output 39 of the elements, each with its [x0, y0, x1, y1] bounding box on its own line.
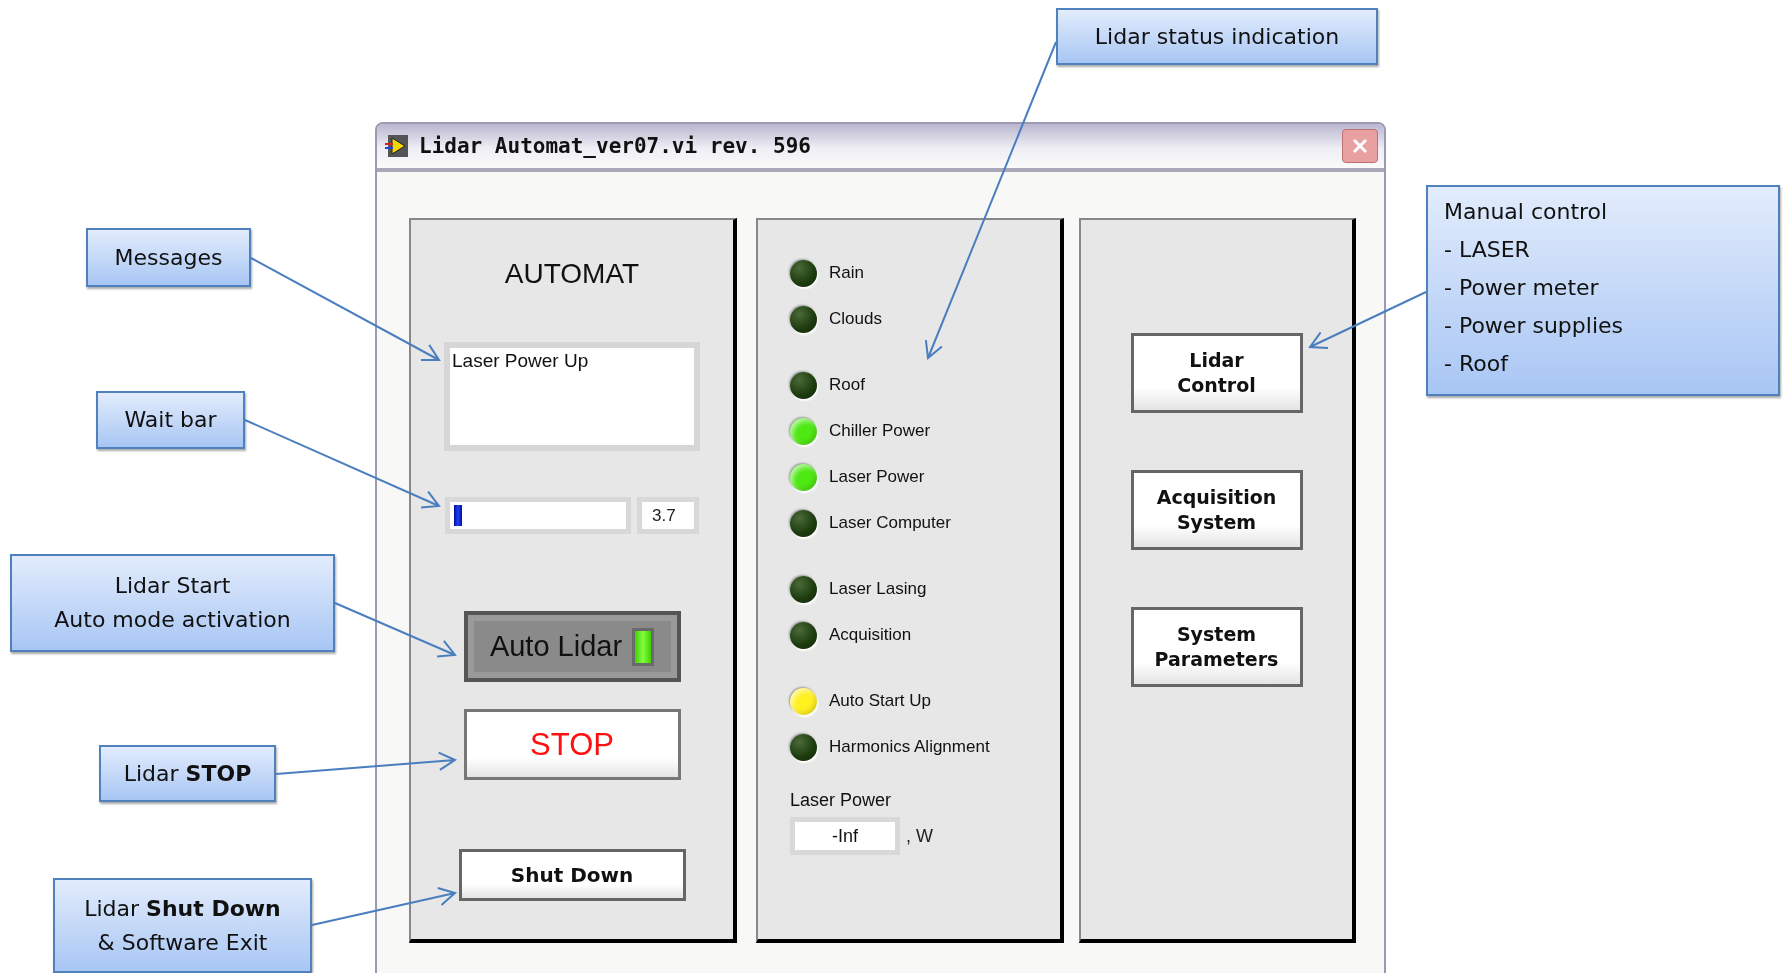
callout-text: Lidar Start	[114, 572, 231, 600]
callout-text: - Power meter	[1444, 274, 1599, 302]
wait-reading: 3.7	[637, 497, 699, 534]
callout-text: - Roof	[1444, 350, 1508, 378]
panel-heading: AUTOMAT	[504, 258, 640, 290]
status-label: Rain	[829, 263, 864, 283]
callout-text: - Power supplies	[1444, 312, 1623, 340]
callout-text: Lidar STOP	[123, 759, 252, 788]
manual-button[interactable]: System Parameters	[1130, 607, 1303, 687]
field-label: Laser Power	[790, 790, 893, 811]
app-icon	[385, 133, 411, 159]
callout-text: - LASER	[1444, 236, 1530, 264]
laser-power-field: -Inf	[790, 817, 900, 855]
status-label: Laser Computer	[829, 513, 951, 533]
manual-button[interactable]: Lidar Control	[1130, 333, 1303, 413]
unit-label: , W	[906, 825, 933, 847]
close-button[interactable]	[1342, 129, 1378, 163]
status-label: Laser Lasing	[829, 579, 927, 599]
status-label: Acquisition	[829, 625, 912, 645]
status-label: Clouds	[829, 309, 882, 329]
manual-button[interactable]: Acquisition System	[1130, 470, 1303, 550]
status-label: Harmonics Alignment	[829, 737, 990, 757]
callout-text: Lidar status indication	[1094, 22, 1340, 51]
status-label: Laser Power	[829, 467, 925, 487]
status-label: Roof	[829, 375, 865, 395]
callout-text: Auto mode activation	[54, 606, 291, 634]
auto-lidar-button[interactable]: Auto Lidar	[463, 611, 681, 682]
status-label: Chiller Power	[829, 421, 931, 441]
shut-down-button[interactable]: Shut Down	[458, 849, 686, 901]
message-display: Laser Power Up	[444, 342, 700, 451]
status-label: Auto Start Up	[829, 691, 932, 711]
callout-text: Messages	[114, 243, 223, 272]
callout-text: Lidar Shut Down	[84, 894, 281, 923]
close-icon	[1350, 136, 1370, 156]
stop-button[interactable]: STOP	[463, 709, 681, 780]
window-title: Lidar Automat_ver07.vi rev. 596	[419, 134, 812, 158]
callout-text: Wait bar	[124, 406, 217, 434]
callout-text: Manual control	[1444, 198, 1608, 226]
callout-text: & Software Exit	[97, 928, 268, 957]
